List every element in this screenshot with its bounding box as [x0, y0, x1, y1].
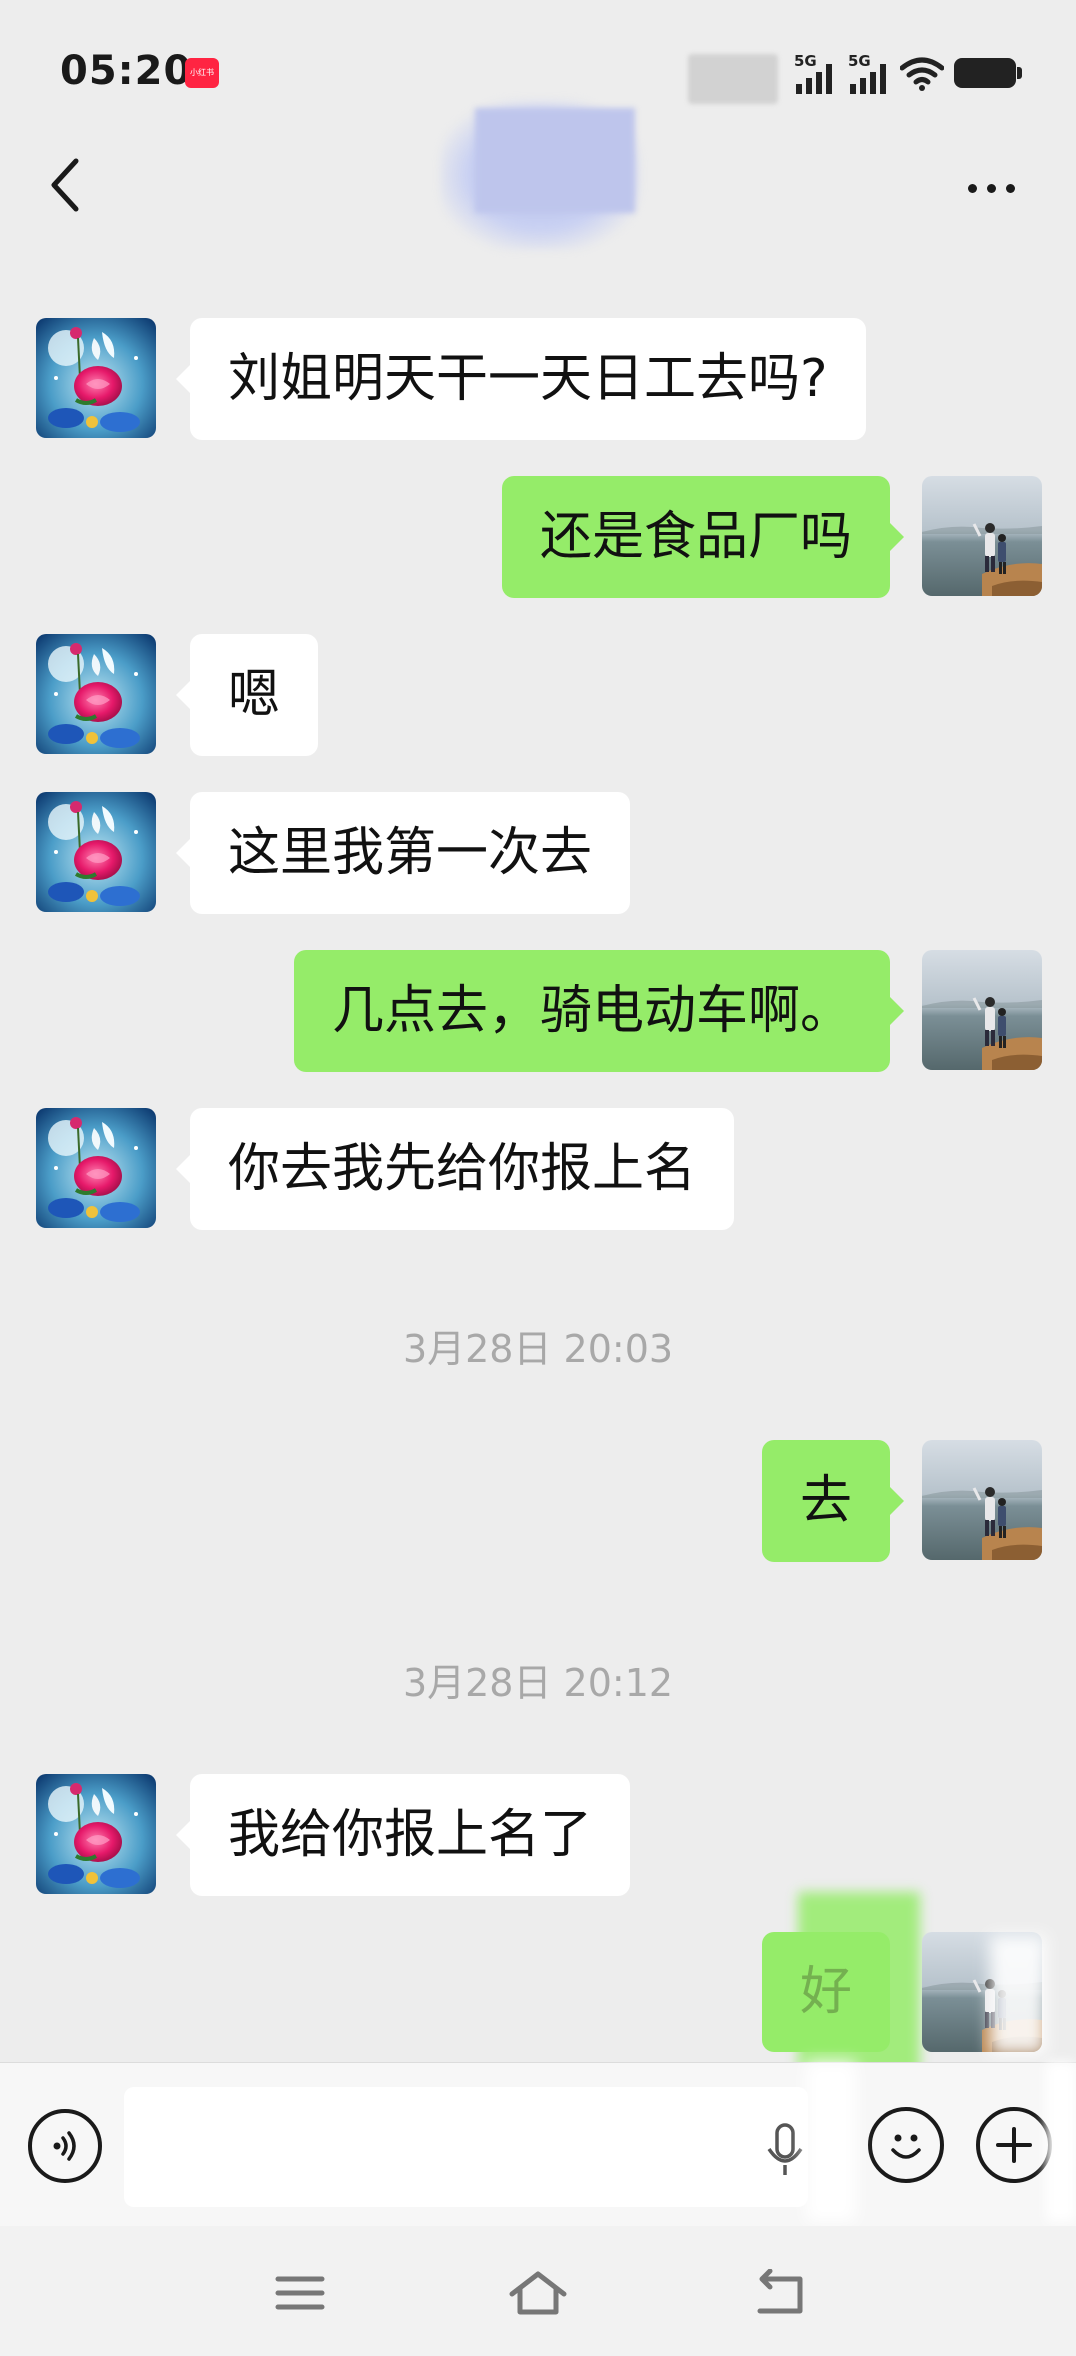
emoji-icon: [891, 2134, 921, 2159]
contact-avatar[interactable]: [36, 792, 156, 912]
white-smudge-overlay: [1046, 2062, 1076, 2222]
contact-avatar[interactable]: [36, 1774, 156, 1894]
message-text-input[interactable]: [124, 2087, 808, 2207]
battery-icon: [954, 58, 1022, 88]
menu-button[interactable]: [260, 2258, 340, 2328]
contact-avatar[interactable]: [36, 318, 156, 438]
received-message-bubble[interactable]: 嗯: [175, 634, 319, 756]
menu-icon: [275, 2276, 325, 2310]
xiaohongshu-badge-icon: 小红书: [185, 58, 219, 88]
signal-strength-icon: [850, 64, 886, 94]
more-dots-icon: [967, 183, 977, 193]
received-message-bubble[interactable]: 你去我先给你报上名: [175, 1108, 735, 1230]
received-message-bubble[interactable]: 我给你报上名了: [175, 1774, 631, 1896]
voice-toggle-icon: [53, 2131, 76, 2161]
microphone-icon: [767, 2123, 803, 2175]
emoji-button[interactable]: [868, 2107, 944, 2183]
my-avatar[interactable]: [922, 950, 1042, 1070]
chevron-left-icon: [51, 158, 79, 212]
white-smudge-overlay: [990, 1935, 1046, 2055]
more-options-button[interactable]: [956, 168, 1026, 208]
home-icon: [509, 2271, 567, 2315]
received-message-bubble[interactable]: 刘姐明天干一天日工去吗?: [176, 318, 866, 440]
contact-avatar[interactable]: [36, 1108, 156, 1228]
blurred-status-region: [688, 54, 778, 104]
more-functions-button[interactable]: [976, 2107, 1052, 2183]
signal-strength-icon: [796, 64, 832, 94]
blurred-contact-name-overlay: [475, 108, 635, 213]
message-timestamp: 3月28日 20:12: [402, 1661, 674, 1705]
system-navigation-bar: [0, 2226, 1076, 2356]
sent-message-bubble[interactable]: 几点去，骑电动车啊。: [293, 950, 905, 1072]
my-avatar[interactable]: [922, 1440, 1042, 1560]
system-back-button[interactable]: [738, 2258, 818, 2328]
plus-icon: [996, 2127, 1032, 2163]
my-avatar[interactable]: [922, 476, 1042, 596]
received-message-bubble[interactable]: 这里我第一次去: [175, 792, 631, 914]
chat-message-list[interactable]: 刘姐明天干一天日工去吗? 还是食品厂吗 嗯 这里我第一次去 几点去，骑电动车啊。…: [0, 258, 1076, 2058]
contact-avatar[interactable]: [36, 634, 156, 754]
home-button[interactable]: [498, 2258, 578, 2328]
message-timestamp: 3月28日 20:03: [402, 1327, 674, 1371]
back-icon: [757, 2269, 803, 2314]
white-smudge-overlay: [806, 2062, 856, 2222]
wifi-icon: [900, 57, 944, 91]
microphone-button[interactable]: [760, 2121, 810, 2181]
sent-message-bubble[interactable]: 好: [762, 1932, 890, 2052]
back-button[interactable]: [40, 150, 90, 220]
message-input-bar: [0, 2062, 1076, 2226]
sent-message-bubble[interactable]: 去: [761, 1440, 905, 1562]
voice-toggle-button[interactable]: [28, 2109, 102, 2183]
status-time: 05:20: [60, 48, 193, 94]
sent-message-bubble[interactable]: 还是食品厂吗: [501, 476, 905, 598]
